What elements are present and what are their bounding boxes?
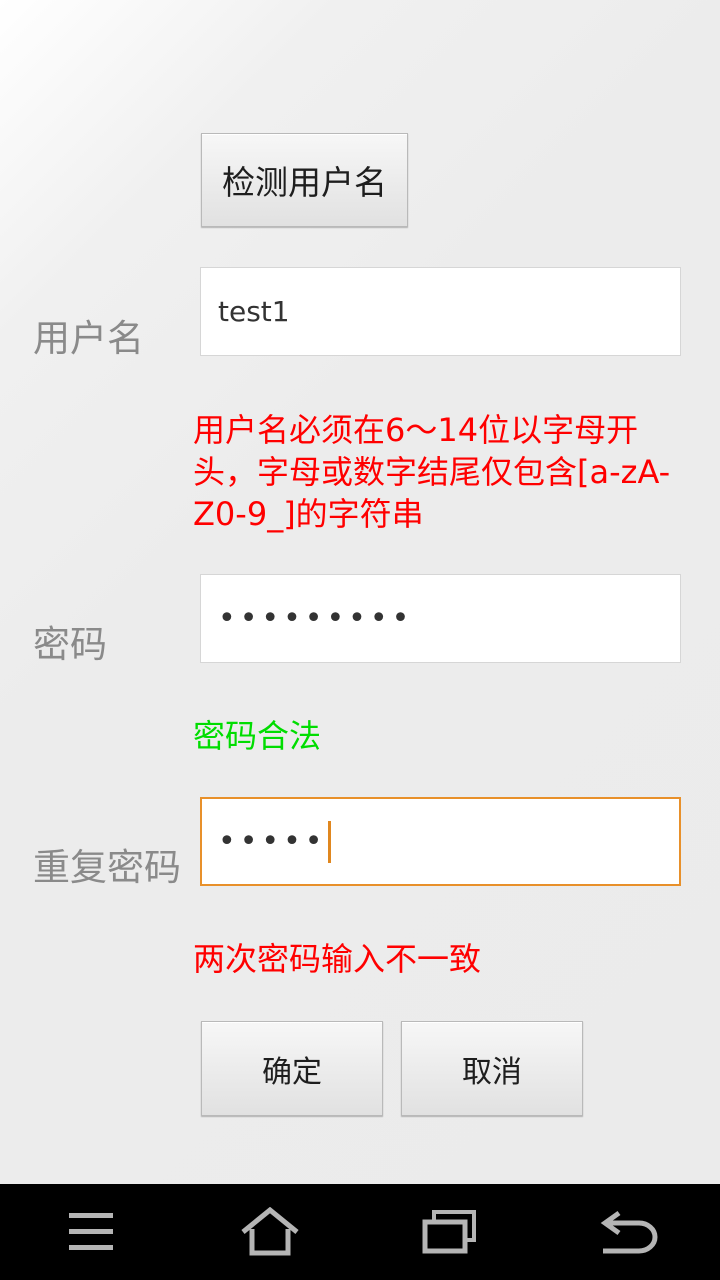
home-button[interactable] [210,1184,330,1280]
menu-icon [69,1213,113,1250]
username-error-message: 用户名必须在6～14位以字母开头，字母或数字结尾仅包含[a-zA-Z0-9_]的… [193,411,671,533]
password-label: 密码 [33,623,107,666]
recent-apps-button[interactable] [390,1184,510,1280]
repeat-password-input[interactable]: ••••• [200,797,681,886]
menu-button[interactable] [31,1184,151,1280]
username-label: 用户名 [33,317,144,360]
confirm-button[interactable]: 确定 [201,1021,383,1116]
text-cursor [328,820,332,863]
cancel-button[interactable]: 取消 [401,1021,583,1116]
home-icon [241,1207,299,1256]
repeat-password-error-message: 两次密码输入不一致 [193,940,482,978]
recent-apps-icon [422,1210,476,1254]
navigation-bar [0,1184,720,1280]
repeat-password-masked-value: ••••• [218,824,327,859]
password-valid-message: 密码合法 [193,717,322,755]
username-value: test1 [218,295,290,328]
back-icon [600,1210,658,1254]
register-screen: 检测用户名 用户名 test1 用户名必须在6～14位以字母开头，字母或数字结尾… [0,0,720,1184]
password-input[interactable]: ••••••••• [200,574,681,663]
check-username-button[interactable]: 检测用户名 [201,133,408,227]
repeat-password-label: 重复密码 [33,846,181,889]
password-masked-value: ••••••••• [218,601,414,636]
username-input[interactable]: test1 [200,267,681,356]
back-button[interactable] [569,1184,689,1280]
